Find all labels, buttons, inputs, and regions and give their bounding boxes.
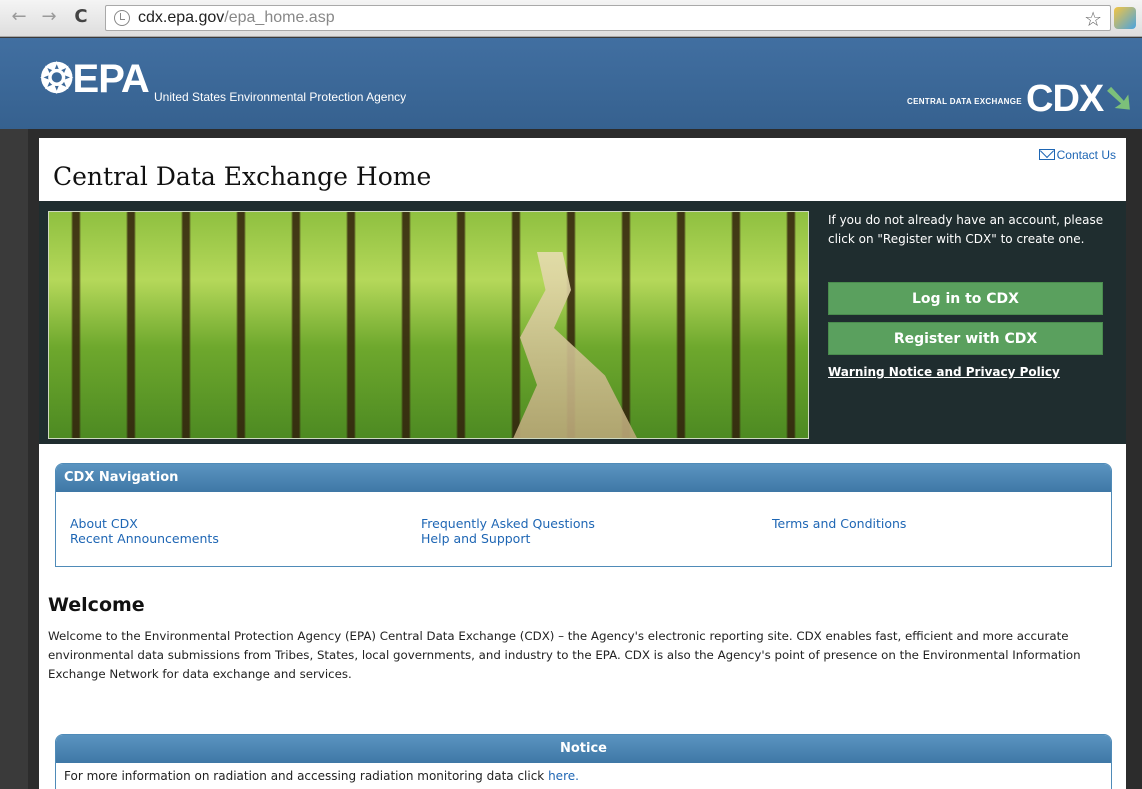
- nav-link-recent-announcements[interactable]: Recent Announcements: [70, 531, 219, 546]
- nav-link-terms[interactable]: Terms and Conditions: [772, 516, 906, 531]
- page-title: Central Data Exchange Home: [53, 162, 432, 191]
- browser-toolbar: ← → C cdx.epa.gov/epa_home.asp ☆: [0, 0, 1142, 37]
- path-shape: [511, 252, 639, 438]
- notice-box: Notice For more information on radiation…: [55, 734, 1112, 789]
- mail-icon: [1038, 149, 1055, 160]
- login-button[interactable]: Log in to CDX: [828, 282, 1103, 315]
- nav-col-1: About CDX Recent Announcements: [70, 516, 219, 546]
- notice-text: For more information on radiation and ac…: [64, 769, 549, 783]
- contact-us-label: Contact Us: [1056, 148, 1116, 162]
- url-text: cdx.epa.gov/epa_home.asp: [138, 9, 335, 27]
- welcome-text: Welcome to the Environmental Protection …: [48, 629, 1081, 681]
- nav-col-2: Frequently Asked Questions Help and Supp…: [421, 516, 595, 546]
- url-path: /epa_home.asp: [224, 9, 335, 26]
- page-info-icon[interactable]: [114, 10, 130, 26]
- extension-icon[interactable]: [1114, 7, 1136, 29]
- main-content: Contact Us Central Data Exchange Home If…: [39, 138, 1126, 789]
- address-bar[interactable]: cdx.epa.gov/epa_home.asp ☆: [105, 5, 1111, 31]
- forward-arrow-icon[interactable]: →: [38, 6, 60, 28]
- epa-logo[interactable]: ❂EPA: [40, 56, 150, 102]
- agency-name: United States Environmental Protection A…: [154, 90, 407, 104]
- epa-header: ❂EPA United States Environmental Protect…: [0, 38, 1142, 129]
- notice-here-link[interactable]: here.: [548, 769, 579, 783]
- epa-logo-text: EPA: [72, 57, 150, 101]
- nav-col-3: Terms and Conditions: [772, 516, 906, 531]
- notice-heading: Notice: [56, 735, 1111, 763]
- contact-us-link[interactable]: Contact Us: [1038, 148, 1116, 162]
- cdx-navigation-heading: CDX Navigation: [56, 464, 1111, 492]
- back-arrow-icon[interactable]: ←: [8, 6, 30, 28]
- bookmark-star-icon[interactable]: ☆: [1084, 7, 1102, 31]
- hero-banner: If you do not already have an account, p…: [39, 201, 1126, 444]
- nav-link-help-support[interactable]: Help and Support: [421, 531, 595, 546]
- cdx-navigation-box: CDX Navigation About CDX Recent Announce…: [55, 463, 1112, 567]
- notice-body: For more information on radiation and ac…: [56, 763, 1111, 789]
- url-host: cdx.epa.gov: [138, 9, 225, 26]
- welcome-heading: Welcome: [48, 594, 145, 616]
- reload-icon[interactable]: C: [70, 6, 92, 28]
- account-intro: If you do not already have an account, p…: [828, 213, 1104, 246]
- warning-privacy-link[interactable]: Warning Notice and Privacy Policy: [828, 365, 1060, 379]
- nav-link-about-cdx[interactable]: About CDX: [70, 516, 219, 531]
- cdx-arrow-icon: ➘: [1103, 78, 1135, 120]
- cdx-subtitle: CENTRAL DATA EXCHANGE: [907, 97, 1022, 106]
- epa-seal-icon: ❂: [40, 57, 74, 101]
- cdx-logo[interactable]: CDX➘: [1026, 76, 1135, 121]
- cdx-logo-text: CDX: [1026, 78, 1104, 120]
- nav-link-faq[interactable]: Frequently Asked Questions: [421, 516, 595, 531]
- forest-path-image: [48, 211, 809, 439]
- register-button[interactable]: Register with CDX: [828, 322, 1103, 355]
